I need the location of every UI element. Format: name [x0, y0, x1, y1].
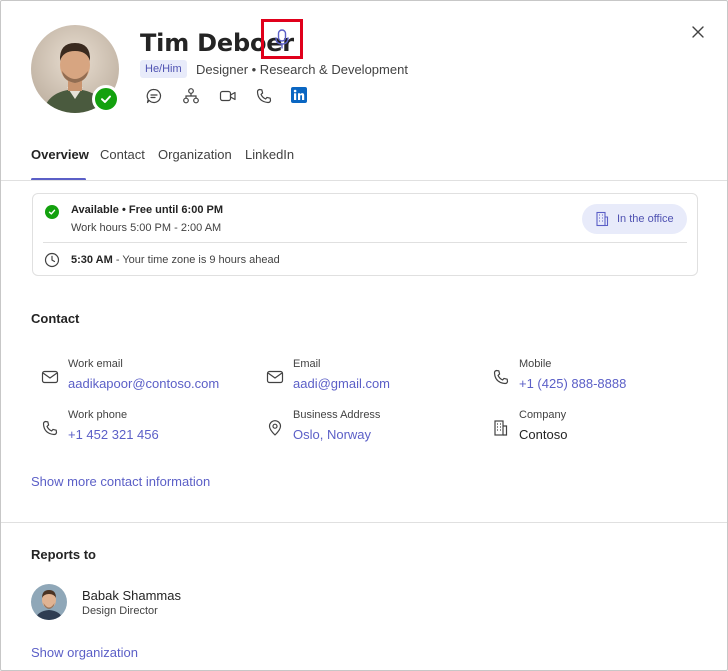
- contact-email: Email aadi@gmail.com: [266, 358, 476, 398]
- work-email-link[interactable]: aadikapoor@contoso.com: [68, 376, 219, 391]
- contact-business-address: Business Address Oslo, Norway: [266, 409, 476, 449]
- building-icon: [494, 420, 508, 436]
- linkedin-button[interactable]: [291, 87, 309, 105]
- email-link[interactable]: aadi@gmail.com: [293, 376, 390, 391]
- manager-role: Design Director: [82, 605, 158, 617]
- company-value: Contoso: [519, 427, 568, 442]
- audio-call-button[interactable]: [255, 87, 273, 105]
- chat-icon: [146, 88, 162, 104]
- job-subtitle: Designer • Research & Development: [196, 62, 408, 77]
- building-icon: [596, 211, 609, 227]
- presence-available-icon: [45, 205, 59, 219]
- contact-work-phone: Work phone +1 452 321 456: [41, 409, 251, 449]
- work-location-label: In the office: [617, 213, 674, 225]
- mail-icon: [41, 370, 59, 384]
- phone-icon: [493, 369, 509, 385]
- contact-label: Work email: [68, 358, 123, 370]
- mail-icon: [266, 370, 284, 384]
- contact-company: Company Contoso: [492, 409, 702, 449]
- address-link[interactable]: Oslo, Norway: [293, 427, 371, 442]
- org-chart-button[interactable]: [182, 87, 200, 105]
- video-call-button[interactable]: [219, 87, 237, 105]
- work-location-pill[interactable]: In the office: [582, 204, 687, 234]
- timezone-note: - Your time zone is 9 hours ahead: [112, 254, 280, 266]
- tab-contact[interactable]: Contact: [100, 147, 145, 162]
- availability-card: Available • Free until 6:00 PM Work hour…: [32, 193, 698, 276]
- location-icon: [268, 420, 282, 436]
- checkmark-icon: [101, 95, 111, 103]
- section-divider: [1, 522, 727, 523]
- close-button[interactable]: [687, 21, 709, 43]
- contact-work-email: Work email aadikapoor@contoso.com: [41, 358, 251, 398]
- org-chart-icon: [183, 88, 199, 104]
- contact-label: Company: [519, 409, 567, 421]
- tab-linkedin[interactable]: LinkedIn: [245, 147, 294, 162]
- microphone-icon: [275, 29, 289, 49]
- contact-label: Mobile: [519, 358, 552, 370]
- work-hours-text: Work hours 5:00 PM - 2:00 AM: [71, 222, 222, 234]
- tabs-divider: [1, 180, 727, 181]
- show-organization-link[interactable]: Show organization: [31, 645, 138, 660]
- contact-label: Email: [293, 358, 321, 370]
- profile-card: Tim Deboer He/Him Designer • Research & …: [0, 0, 728, 671]
- local-time: 5:30 AM: [71, 254, 113, 266]
- tab-organization[interactable]: Organization: [158, 147, 232, 162]
- mobile-link[interactable]: +1 (425) 888-8888: [519, 376, 626, 391]
- local-time-text: 5:30 AM - Your time zone is 9 hours ahea…: [71, 254, 280, 266]
- pronouns-badge: He/Him: [140, 60, 187, 78]
- contact-label: Business Address: [293, 409, 381, 421]
- contact-label: Work phone: [68, 409, 128, 421]
- reports-to-title: Reports to: [31, 547, 96, 562]
- availability-text: Available • Free until 6:00 PM: [71, 204, 223, 216]
- show-more-contact-link[interactable]: Show more contact information: [31, 474, 210, 489]
- manager-name[interactable]: Babak Shammas: [82, 588, 181, 603]
- phone-icon: [42, 420, 58, 436]
- presence-available-badge: [92, 85, 120, 113]
- linkedin-icon: [291, 87, 307, 103]
- clock-icon: [44, 252, 60, 273]
- manager-avatar[interactable]: [31, 584, 67, 620]
- phone-icon: [256, 88, 272, 104]
- chat-button[interactable]: [145, 87, 163, 105]
- status-divider: [43, 242, 687, 243]
- tab-overview[interactable]: Overview: [31, 147, 89, 162]
- close-icon: [692, 26, 704, 38]
- pronunciation-button[interactable]: [261, 19, 303, 59]
- contact-section-title: Contact: [31, 311, 80, 326]
- work-phone-link[interactable]: +1 452 321 456: [68, 427, 159, 442]
- video-camera-icon: [219, 90, 236, 102]
- contact-mobile: Mobile +1 (425) 888-8888: [492, 358, 702, 398]
